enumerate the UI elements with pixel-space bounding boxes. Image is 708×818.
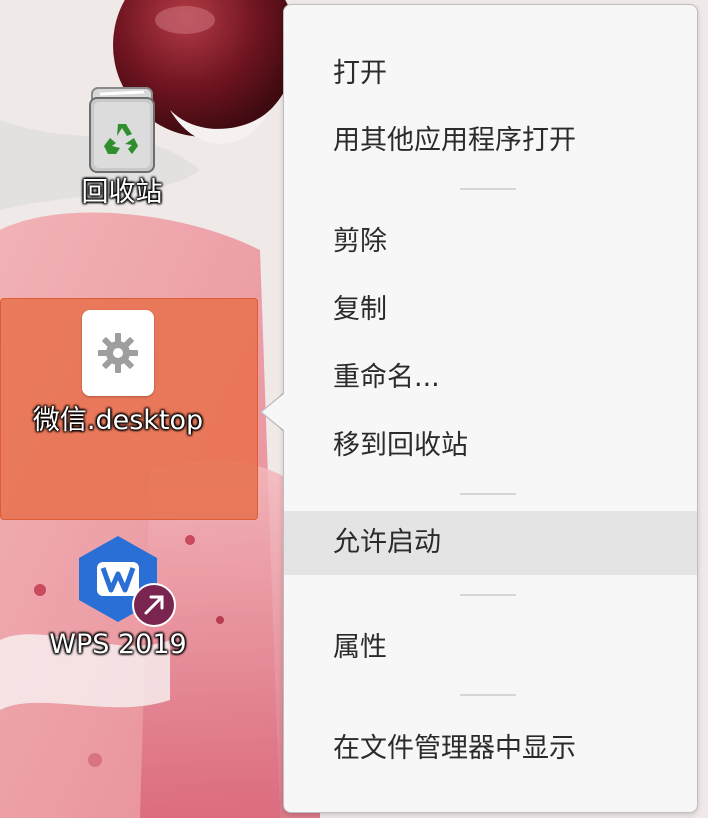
- menu-item-rename[interactable]: 重命名...: [284, 346, 697, 410]
- menu-item-properties[interactable]: 属性: [284, 616, 697, 680]
- menu-separator: [460, 694, 516, 696]
- shortcut-arrow-icon: [132, 583, 176, 627]
- gear-icon: [82, 310, 154, 396]
- menu-separator: [460, 493, 516, 495]
- menu-item-cut[interactable]: 剪除: [284, 210, 697, 274]
- desktop-icon-label: WPS 2019: [49, 629, 187, 660]
- desktop-icon-wechat[interactable]: 微信.desktop: [18, 310, 218, 438]
- menu-item-show-in-file-manager[interactable]: 在文件管理器中显示: [284, 717, 697, 781]
- menu-item-allow-launch[interactable]: 允许启动: [284, 511, 697, 575]
- desktop-icon-wps[interactable]: WPS 2019: [18, 534, 218, 662]
- desktop-icon-recycle-bin[interactable]: 回收站: [22, 84, 222, 210]
- menu-item-copy[interactable]: 复制: [284, 278, 697, 342]
- menu-separator: [460, 594, 516, 596]
- context-menu: 打开 用其他应用程序打开 剪除 复制 重命名... 移到回收站 允许启动 属性 …: [283, 4, 698, 813]
- menu-separator: [460, 188, 516, 190]
- menu-item-open[interactable]: 打开: [284, 42, 697, 106]
- desktop-icon-label: 微信.desktop: [32, 405, 204, 436]
- menu-item-move-to-trash[interactable]: 移到回收站: [284, 414, 697, 478]
- context-menu-pointer-fill: [262, 393, 285, 431]
- desktop-icon-label: 回收站: [81, 177, 163, 208]
- wps-icon: [73, 534, 176, 627]
- recycle-bin-icon: [86, 84, 158, 173]
- desktop[interactable]: 回收站 微信.desktop WPS 2019 打开 用其他应用程序打开 剪除 …: [0, 0, 708, 818]
- menu-item-open-with[interactable]: 用其他应用程序打开: [284, 109, 697, 173]
